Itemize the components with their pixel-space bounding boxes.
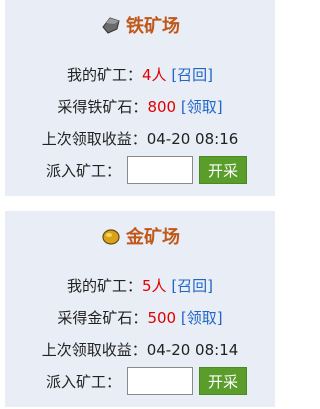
iron-last-collect: 上次领取收益：04-20 08:16	[41, 130, 239, 148]
miners-count: 5人	[141, 277, 167, 295]
ore-value: 500	[147, 309, 177, 327]
ore-label: 采得金矿石：	[57, 309, 148, 327]
iron-mine-title: 铁矿场	[5, 12, 275, 38]
iron-ore-icon	[100, 14, 122, 36]
iron-miners-line: 我的矿工：4人 [召回]	[5, 64, 275, 85]
iron-dispatch-row: 派入矿工： 开采	[5, 156, 275, 184]
gold-mine-panel: 金矿场 我的矿工：5人 [召回] 采得金矿石：500 [领取] 上次领取收益：0…	[5, 211, 275, 407]
recall-link[interactable]: [召回]	[171, 66, 213, 84]
miners-label: 我的矿工：	[66, 277, 142, 295]
dispatch-miners-input[interactable]	[127, 367, 194, 395]
iron-mine-panel: 铁矿场 我的矿工：4人 [召回] 采得铁矿石：800 [领取] 上次领取收益：0…	[5, 0, 275, 196]
dispatch-label: 派入矿工：	[46, 372, 122, 391]
miners-count: 4人	[141, 66, 167, 84]
gold-ore-line: 采得金矿石：500 [领取]	[5, 307, 275, 328]
iron-ore-line: 采得铁矿石：800 [领取]	[5, 96, 275, 117]
gold-mine-title: 金矿场	[5, 223, 275, 249]
collect-link[interactable]: [领取]	[181, 309, 223, 327]
gold-ore-icon	[100, 225, 122, 247]
dispatch-miners-input[interactable]	[127, 156, 194, 184]
mine-button[interactable]: 开采	[199, 156, 248, 184]
mine-button[interactable]: 开采	[199, 367, 248, 395]
dispatch-label: 派入矿工：	[46, 161, 122, 180]
iron-mine-title-text: 铁矿场	[126, 16, 180, 37]
gold-mine-title-text: 金矿场	[126, 227, 180, 248]
gold-last-collect: 上次领取收益：04-20 08:14	[41, 341, 239, 359]
gold-dispatch-row: 派入矿工： 开采	[5, 367, 275, 395]
recall-link[interactable]: [召回]	[171, 277, 213, 295]
miners-label: 我的矿工：	[66, 66, 142, 84]
ore-label: 采得铁矿石：	[57, 98, 148, 116]
ore-value: 800	[147, 98, 177, 116]
gold-miners-line: 我的矿工：5人 [召回]	[5, 275, 275, 296]
collect-link[interactable]: [领取]	[181, 98, 223, 116]
